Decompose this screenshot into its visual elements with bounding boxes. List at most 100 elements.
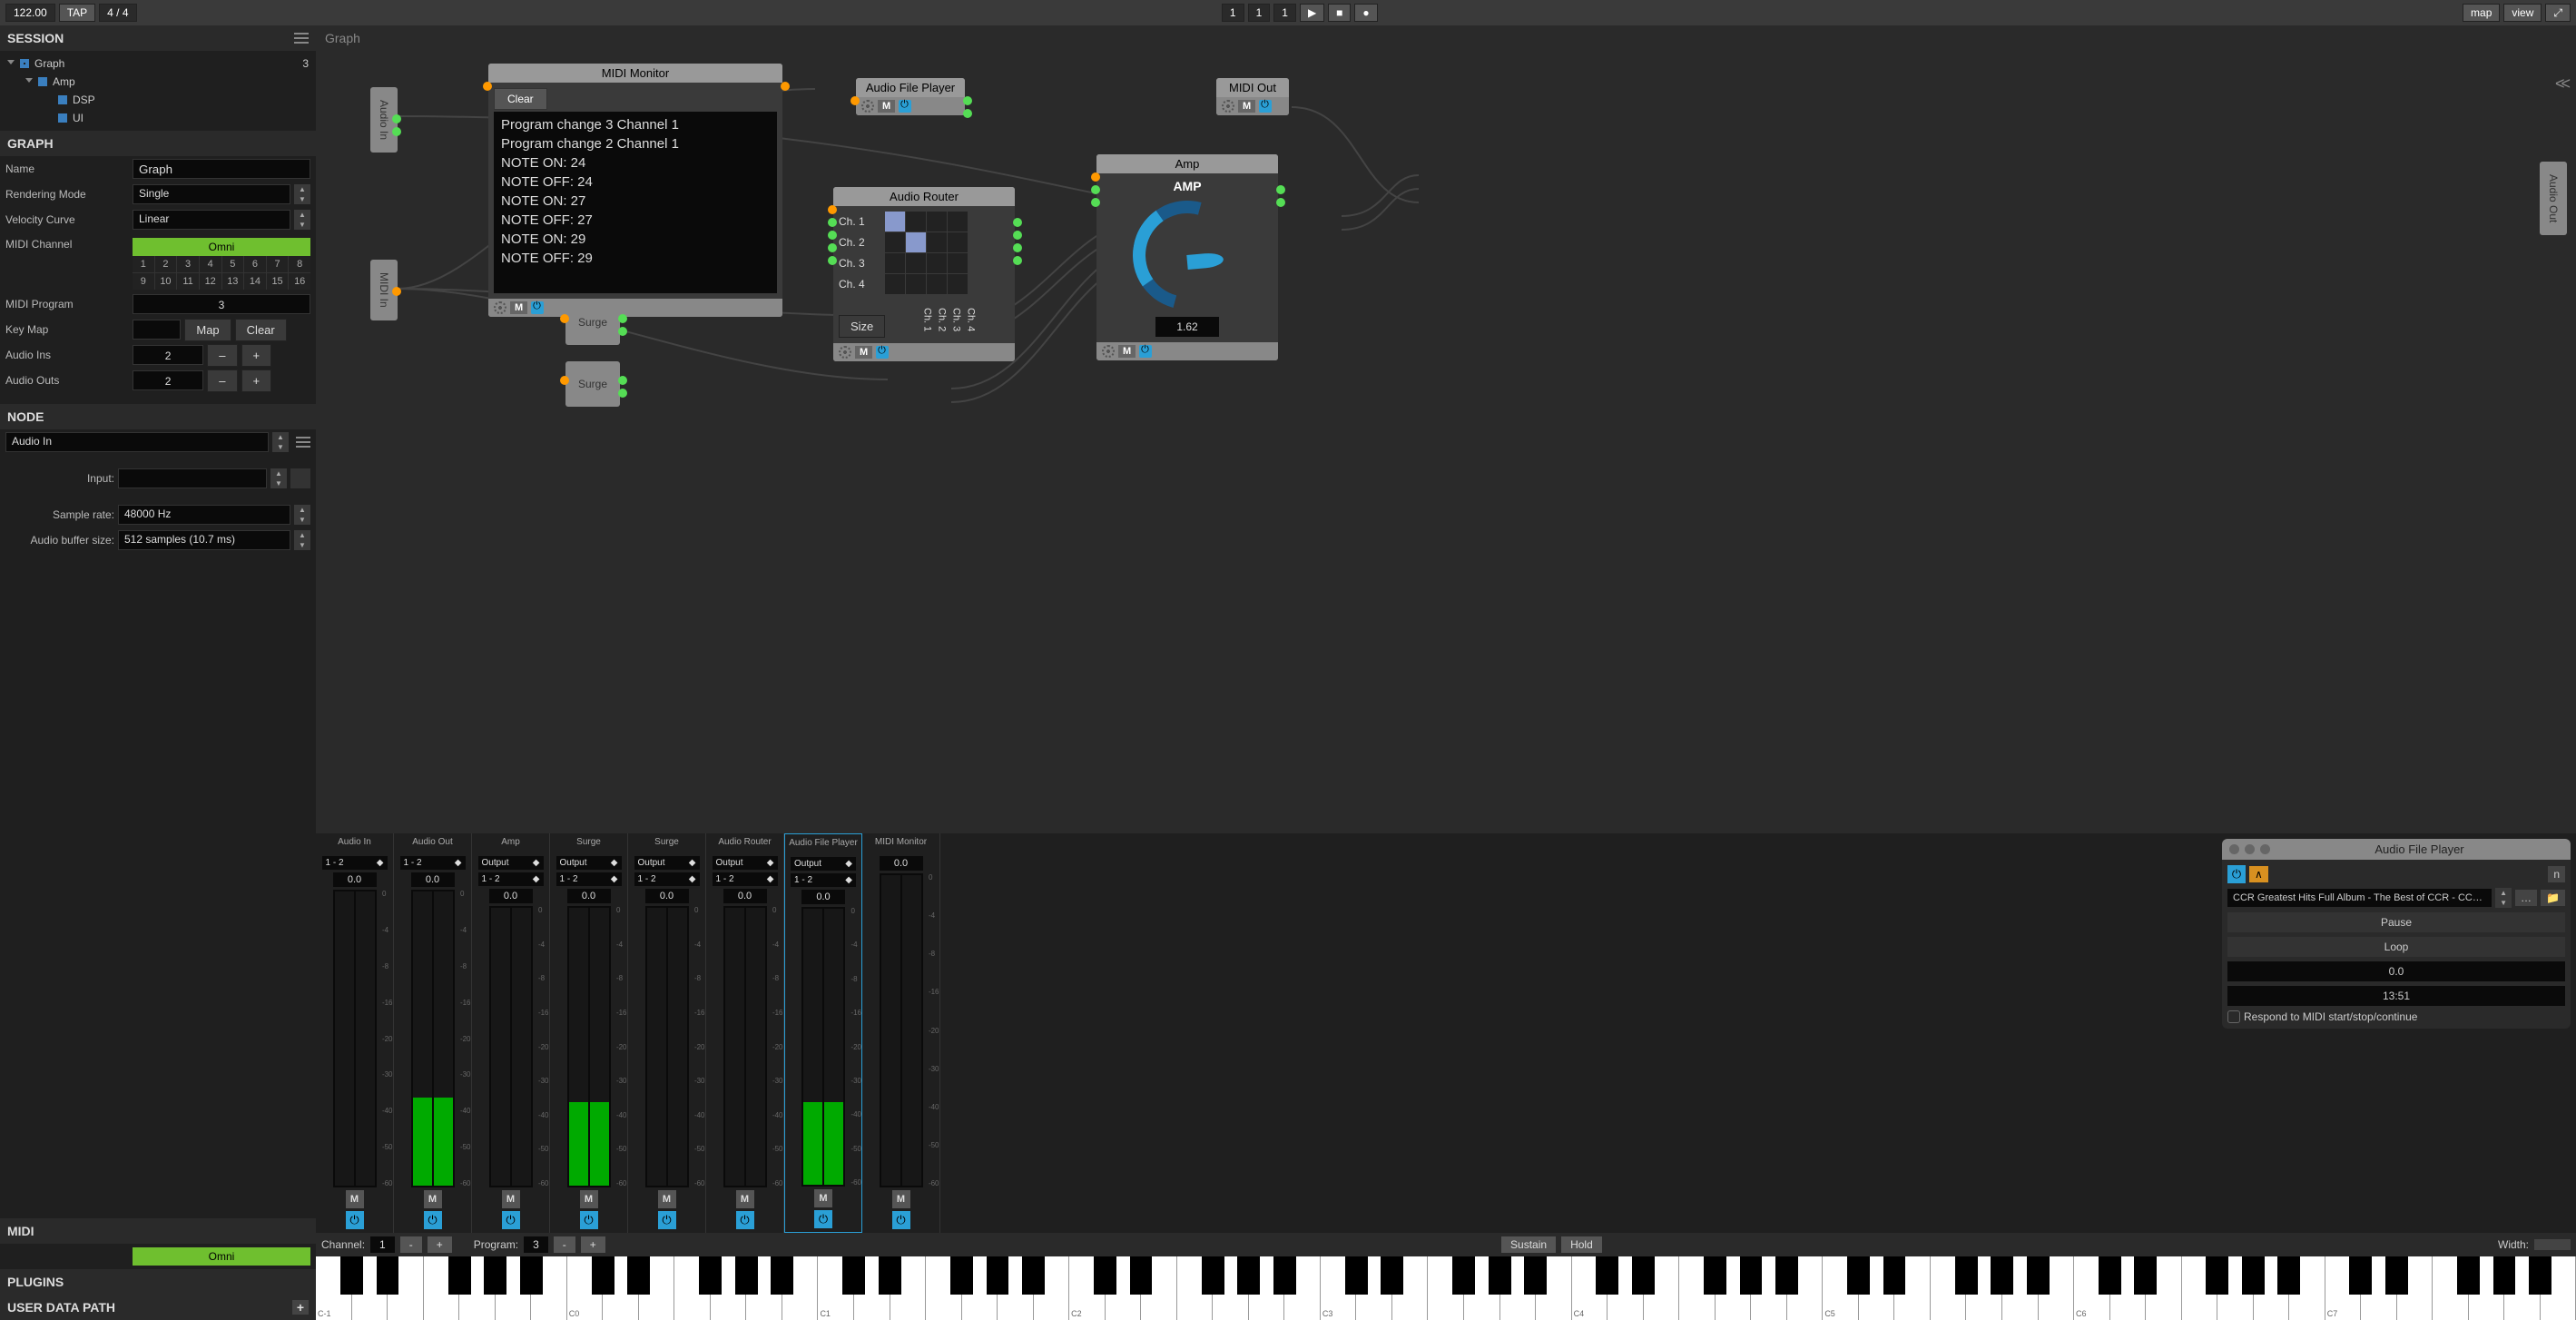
stepper-icon[interactable]: ▲▼ (270, 468, 287, 488)
power-button[interactable] (658, 1211, 676, 1229)
buf-select[interactable]: 512 samples (10.7 ms) (118, 530, 290, 550)
out-select[interactable]: 1 - 2 ◆ (634, 872, 700, 886)
black-key[interactable] (1632, 1256, 1655, 1295)
router-cell[interactable] (948, 253, 968, 273)
channel-cell[interactable]: 12 (200, 273, 221, 290)
mixer-strip[interactable]: SurgeOutput ◆1 - 2 ◆0.00-4-8-16-20-30-40… (628, 833, 706, 1233)
minus-button[interactable]: - (554, 1236, 575, 1253)
keymap-input[interactable] (133, 320, 181, 340)
close-icon[interactable] (2229, 844, 2239, 854)
router-cell[interactable] (948, 232, 968, 252)
power-button[interactable] (1139, 345, 1152, 358)
gear-icon[interactable] (1222, 100, 1234, 113)
view-button[interactable]: view (2503, 4, 2542, 22)
amp-dial[interactable] (1133, 201, 1242, 310)
sustain-button[interactable]: Sustain (1501, 1236, 1556, 1253)
graph-canvas[interactable]: Graph << Audio In MIDI In MIDI Monit (316, 25, 2576, 833)
surge-node[interactable]: Surge (565, 300, 620, 345)
transport-sub[interactable]: 1 (1273, 4, 1296, 22)
channel-cell[interactable]: 13 (222, 273, 244, 290)
mute-button[interactable]: M (855, 346, 872, 359)
black-key[interactable] (520, 1256, 543, 1295)
power-button[interactable] (424, 1211, 442, 1229)
mute-button[interactable]: M (658, 1190, 676, 1208)
tree-item[interactable]: Amp (0, 73, 316, 91)
black-key[interactable] (699, 1256, 722, 1295)
mute-button[interactable]: M (510, 301, 527, 314)
width-slider[interactable] (2534, 1239, 2571, 1250)
bus-select[interactable]: Output ◆ (478, 856, 544, 870)
audio-out-node[interactable]: Audio Out (2540, 162, 2567, 235)
gain-value[interactable]: 0.0 (411, 872, 455, 887)
out-select[interactable]: 1 - 2 ◆ (400, 856, 466, 870)
black-key[interactable] (1489, 1256, 1511, 1295)
router-cell[interactable] (927, 274, 947, 294)
mute-button[interactable]: M (580, 1190, 598, 1208)
gain-value[interactable]: 0.0 (645, 889, 689, 903)
router-cell[interactable] (927, 253, 947, 273)
channel-cell[interactable]: 9 (133, 273, 154, 290)
record-button[interactable]: ● (1354, 4, 1377, 22)
position-slider[interactable]: 0.0 (2227, 961, 2565, 981)
tempo-field[interactable]: 122.00 (5, 4, 55, 22)
power-button[interactable] (346, 1211, 364, 1229)
black-key[interactable] (2349, 1256, 2372, 1295)
black-key[interactable] (592, 1256, 615, 1295)
play-button[interactable]: ▶ (1300, 4, 1324, 22)
mute-button[interactable]: M (346, 1190, 364, 1208)
black-key[interactable] (1883, 1256, 1906, 1295)
audio-router-node[interactable]: Audio Router Ch. 1Ch. 2Ch. 3Ch. 4SizeCh.… (833, 187, 1015, 361)
channel-grid[interactable]: 12345678910111213141516 (133, 256, 310, 290)
piano-keyboard[interactable]: C-1C0C1C2C3C4C5C6C7 (316, 1256, 2576, 1320)
channel-cell[interactable]: 16 (289, 273, 310, 290)
program-value[interactable]: 3 (524, 1236, 548, 1253)
black-key[interactable] (2134, 1256, 2157, 1295)
collapse-button[interactable]: << (2555, 74, 2567, 94)
black-key[interactable] (627, 1256, 650, 1295)
gear-icon[interactable] (861, 100, 874, 113)
black-key[interactable] (1991, 1256, 2013, 1295)
transport-bar[interactable]: 1 (1222, 4, 1244, 22)
channel-value[interactable]: 1 (370, 1236, 395, 1253)
black-key[interactable] (2277, 1256, 2300, 1295)
black-key[interactable] (842, 1256, 865, 1295)
black-key[interactable] (1094, 1256, 1116, 1295)
node-select[interactable]: Audio In (5, 432, 269, 452)
power-button[interactable] (531, 301, 544, 314)
black-key[interactable] (448, 1256, 471, 1295)
omni-button[interactable]: Omni (133, 238, 310, 256)
channel-cell[interactable]: 14 (244, 273, 266, 290)
titlebar[interactable]: Audio File Player (2222, 839, 2571, 860)
channel-cell[interactable]: 2 (155, 256, 177, 272)
power-button[interactable] (892, 1211, 910, 1229)
black-key[interactable] (1202, 1256, 1224, 1295)
map-button[interactable]: map (2463, 4, 2500, 22)
black-key[interactable] (1596, 1256, 1618, 1295)
loop-button[interactable]: Loop (2227, 937, 2565, 957)
out-select[interactable]: 1 - 2 ◆ (322, 856, 388, 870)
router-cell[interactable] (906, 274, 926, 294)
gain-value[interactable]: 0.0 (567, 889, 611, 903)
router-cell[interactable] (927, 212, 947, 231)
router-cell[interactable] (906, 253, 926, 273)
tap-button[interactable]: TAP (59, 4, 95, 22)
black-key[interactable] (2099, 1256, 2121, 1295)
router-cell[interactable] (948, 274, 968, 294)
clear-button[interactable]: Clear (235, 319, 287, 341)
menu-icon[interactable] (296, 437, 310, 448)
timesig-field[interactable]: 4 / 4 (99, 4, 136, 22)
router-cell[interactable] (885, 274, 905, 294)
channel-cell[interactable]: 6 (244, 256, 266, 272)
minus-button[interactable]: - (400, 1236, 422, 1253)
channel-cell[interactable]: 10 (155, 273, 177, 290)
name-input[interactable] (133, 159, 310, 179)
power-button[interactable] (899, 100, 911, 113)
stepper-icon[interactable]: ▲▼ (294, 505, 310, 525)
power-button[interactable] (814, 1210, 832, 1228)
sr-select[interactable]: 48000 Hz (118, 505, 290, 525)
hold-button[interactable]: Hold (1561, 1236, 1602, 1253)
audio-file-player-window[interactable]: Audio File Player ∧ n CCR Greatest Hits … (2217, 833, 2576, 1233)
amp-node[interactable]: Amp AMP 1.62 M (1096, 154, 1278, 360)
userpath-header[interactable]: USER DATA PATH+ (0, 1295, 316, 1320)
black-key[interactable] (1847, 1256, 1870, 1295)
